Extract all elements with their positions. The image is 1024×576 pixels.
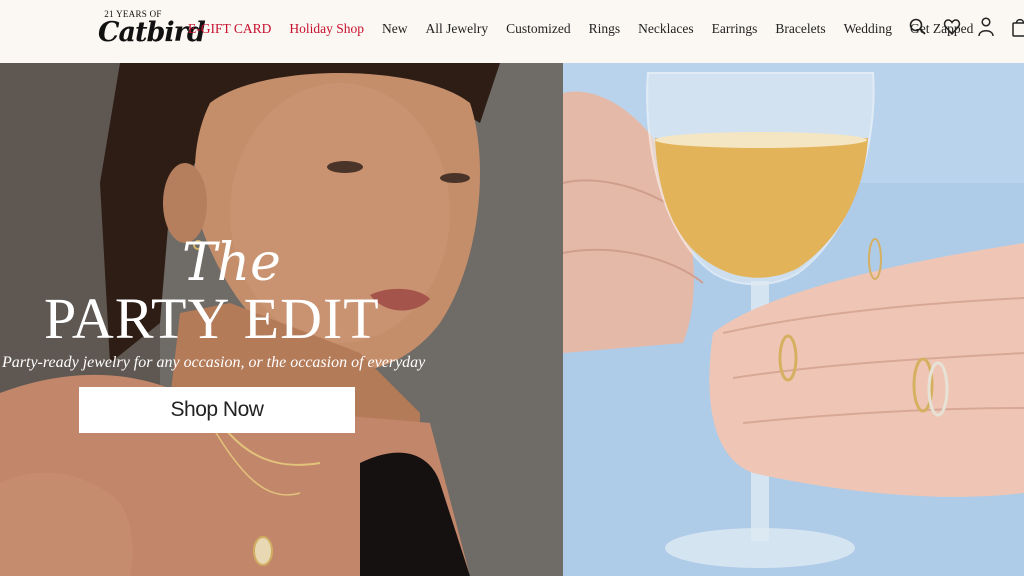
- nav-item-new[interactable]: New: [382, 21, 408, 37]
- cart-icon[interactable]: [1010, 16, 1024, 38]
- main-nav: E-GIFT CARD Holiday Shop New All Jewelry…: [188, 18, 973, 40]
- logo-brand: Catbird: [98, 17, 206, 48]
- shop-now-button[interactable]: Shop Now: [79, 387, 355, 433]
- nav-item-rings[interactable]: Rings: [589, 21, 621, 37]
- nav-item-earrings[interactable]: Earrings: [712, 21, 758, 37]
- nav-item-necklaces[interactable]: Necklaces: [638, 21, 693, 37]
- nav-item-bracelets[interactable]: Bracelets: [775, 21, 825, 37]
- search-icon[interactable]: [908, 17, 928, 37]
- hero-banner: The PARTY EDIT Party-ready jewelry for a…: [0, 63, 1024, 576]
- header-icons: [908, 16, 1024, 38]
- hero-tagline: Party-ready jewelry for any occasion, or…: [2, 354, 426, 371]
- catbird-logo[interactable]: 21 YEARS OF Catbird: [98, 8, 206, 54]
- hero-title-script: The: [182, 233, 281, 293]
- nav-item-wedding[interactable]: Wedding: [844, 21, 892, 37]
- nav-item-customized[interactable]: Customized: [506, 21, 571, 37]
- nav-item-egift-card[interactable]: E-GIFT CARD: [188, 21, 271, 37]
- account-icon[interactable]: [976, 16, 996, 38]
- site-header: 21 YEARS OF Catbird E-GIFT CARD Holiday …: [0, 0, 1024, 63]
- nav-item-holiday-shop[interactable]: Holiday Shop: [289, 21, 364, 37]
- champagne-illustration: [563, 63, 1024, 576]
- hero-champagne-photo[interactable]: [563, 63, 1024, 576]
- hero-title: PARTY EDIT: [44, 286, 380, 351]
- nav-item-all-jewelry[interactable]: All Jewelry: [426, 21, 489, 37]
- heart-icon[interactable]: [942, 17, 962, 37]
- hero-model-photo[interactable]: The PARTY EDIT Party-ready jewelry for a…: [0, 63, 563, 576]
